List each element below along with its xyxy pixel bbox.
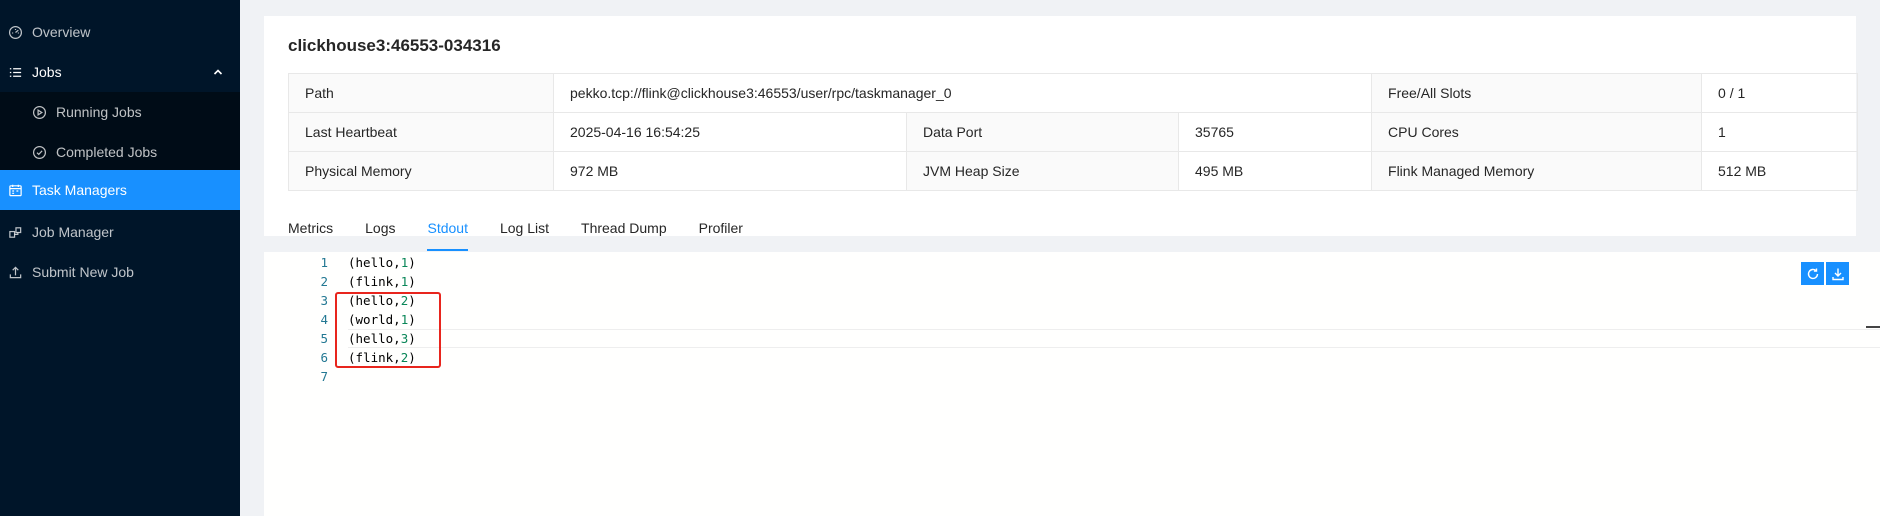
code-line: 1 (hello,1) [264,253,1880,272]
sidebar-item-submit-new-job[interactable]: Submit New Job [0,252,240,292]
dataport-value: 35765 [1177,112,1373,152]
line-text: (flink,1) [348,274,416,289]
path-value: pekko.tcp://flink@clickhouse3:46553/user… [552,73,1373,113]
code-line: 6 (flink,2) [264,348,1880,367]
line-text: (hello,3) [348,331,416,346]
line-text: (world,1) [348,312,416,327]
code-line: 5 (hello,3) [264,329,1880,348]
sidebar-item-overview[interactable]: Overview [0,12,240,52]
tab-metrics[interactable]: Metrics [288,213,333,253]
heartbeat-value: 2025-04-16 16:54:25 [553,112,907,152]
line-number: 4 [320,312,328,327]
tab-thread-dump[interactable]: Thread Dump [581,213,667,253]
chevron-up-icon[interactable] [211,65,225,79]
code-line: 7 [264,367,1880,386]
code-editor[interactable]: 1 (hello,1) 2 (flink,1) 3 (hello,2) 4 (w… [264,252,1880,516]
table-row: Path pekko.tcp://flink@clickhouse3:46553… [288,73,1859,113]
sidebar-item-label: Job Manager [32,224,114,240]
download-button[interactable] [1826,262,1849,285]
line-text: (flink,2) [348,350,416,365]
dataport-label: Data Port [906,112,1179,152]
line-number: 2 [320,274,328,289]
line-number: 3 [320,293,328,308]
path-label: Path [288,73,554,113]
taskmanager-details-table: Path pekko.tcp://flink@clickhouse3:46553… [288,73,1859,191]
line-number: 7 [320,369,328,384]
upload-icon [7,264,23,280]
check-circle-icon [31,144,47,160]
line-text: (hello,1) [348,255,416,270]
stdout-panel: 1 (hello,1) 2 (flink,1) 3 (hello,2) 4 (w… [264,252,1880,516]
dashboard-icon [7,24,23,40]
tab-logs[interactable]: Logs [365,213,395,253]
reload-icon [1807,268,1818,279]
table-row: Last Heartbeat 2025-04-16 16:54:25 Data … [288,112,1859,152]
sidebar: Overview Jobs Running Jobs Completed Job… [0,0,240,516]
slots-value: 0 / 1 [1701,73,1859,113]
sidebar-item-label: Completed Jobs [56,144,158,160]
heap-label: JVM Heap Size [906,151,1179,191]
slots-label: Free/All Slots [1371,73,1703,113]
code-line: 2 (flink,1) [264,272,1880,291]
main-content: clickhouse3:46553-034316 Path pekko.tcp:… [240,0,1880,516]
sidebar-item-job-manager[interactable]: Job Manager [0,212,240,252]
code-line: 3 (hello,2) [264,291,1880,310]
list-icon [7,64,23,80]
cpu-label: CPU Cores [1371,112,1703,152]
refresh-button[interactable] [1801,262,1824,285]
sidebar-item-completed-jobs[interactable]: Completed Jobs [0,132,240,172]
sidebar-item-running-jobs[interactable]: Running Jobs [0,92,240,132]
table-row: Physical Memory 972 MB JVM Heap Size 495… [288,151,1859,191]
line-number: 5 [320,331,328,346]
download-icon [1831,268,1844,280]
heartbeat-label: Last Heartbeat [288,112,554,152]
tab-profiler[interactable]: Profiler [699,213,743,253]
sidebar-item-jobs[interactable]: Jobs [0,52,240,92]
sidebar-item-label: Task Managers [32,182,127,198]
sidebar-item-label: Running Jobs [56,104,142,120]
code-line: 4 (world,1) [264,310,1880,329]
line-number: 1 [320,255,328,270]
physmem-label: Physical Memory [288,151,554,191]
tab-stdout[interactable]: Stdout [427,213,469,253]
heap-value: 495 MB [1177,151,1373,191]
managed-memory-value: 512 MB [1701,151,1859,191]
schedule-icon [7,182,23,198]
line-text: (hello,2) [348,293,416,308]
sidebar-item-task-managers[interactable]: Task Managers [0,170,240,210]
line-number: 6 [320,350,328,365]
taskmanager-header-card: clickhouse3:46553-034316 Path pekko.tcp:… [264,16,1859,251]
managed-memory-label: Flink Managed Memory [1371,151,1703,191]
physmem-value: 972 MB [553,151,907,191]
sidebar-item-label: Jobs [32,64,62,80]
page-title: clickhouse3:46553-034316 [288,36,501,55]
play-circle-icon [31,104,47,120]
build-icon [7,224,23,240]
tab-log-list[interactable]: Log List [500,213,549,253]
sidebar-item-label: Submit New Job [32,264,134,280]
tab-bar: Metrics Logs Stdout Log List Thread Dump… [288,213,775,253]
sidebar-item-label: Overview [32,24,91,40]
overview-ruler-marker [1866,326,1880,328]
cpu-value: 1 [1701,112,1859,152]
